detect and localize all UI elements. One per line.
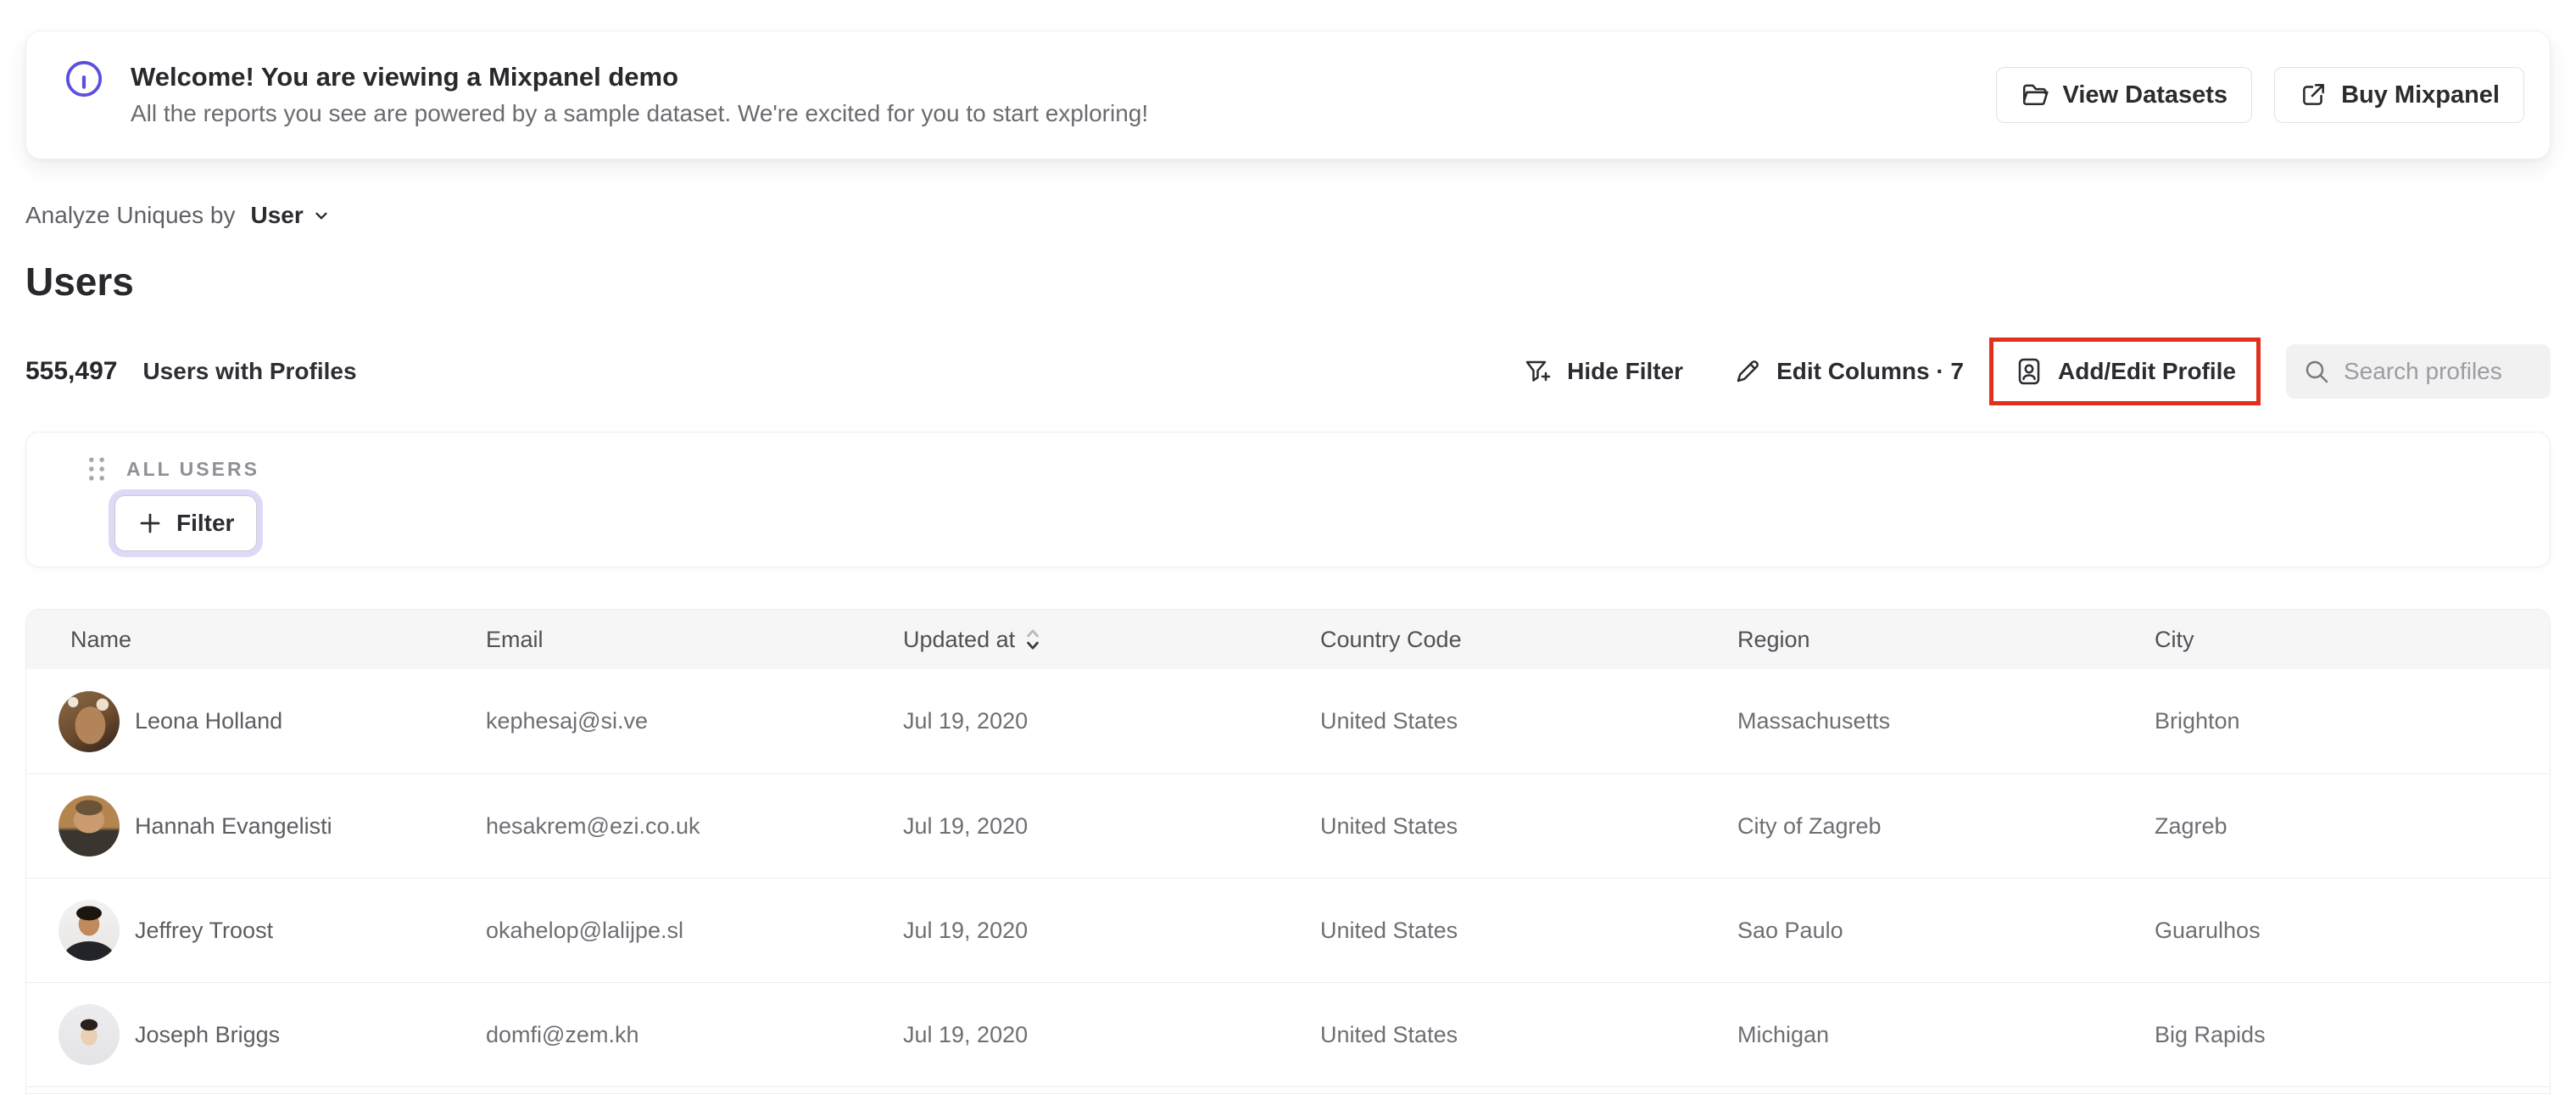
cell-region: Massachusetts bbox=[1737, 708, 1891, 734]
hide-filter-button[interactable]: Hide Filter bbox=[1523, 356, 1683, 387]
banner-title: Welcome! You are viewing a Mixpanel demo bbox=[131, 62, 679, 92]
column-header-updated-at[interactable]: Updated at bbox=[903, 627, 1320, 653]
pencil-icon bbox=[1737, 360, 1759, 382]
column-header-country-code[interactable]: Country Code bbox=[1320, 627, 1737, 653]
cell-region: Sao Paulo bbox=[1737, 917, 1843, 943]
cell-updated-at: Jul 19, 2020 bbox=[903, 708, 1029, 734]
column-header-email[interactable]: Email bbox=[486, 627, 903, 653]
table-row[interactable]: Joseph Briggs domfi@zem.kh Jul 19, 2020 … bbox=[26, 982, 2550, 1086]
sort-icon[interactable] bbox=[1023, 627, 1042, 652]
cell-email: hesakrem@ezi.co.uk bbox=[486, 812, 700, 839]
filter-plus-icon bbox=[1525, 360, 1551, 382]
table-row-partial bbox=[26, 1086, 2550, 1093]
avatar bbox=[59, 900, 120, 961]
banner-subtitle: All the reports you see are powered by a… bbox=[131, 100, 1149, 126]
users-table: Name Email Updated at Country Code Regio… bbox=[25, 609, 2551, 1094]
column-header-region[interactable]: Region bbox=[1737, 627, 2155, 653]
info-icon bbox=[65, 60, 103, 98]
profiles-count-label: Users with Profiles bbox=[142, 358, 357, 384]
cell-city: Big Rapids bbox=[2155, 1021, 2266, 1047]
cell-updated-at: Jul 19, 2020 bbox=[903, 812, 1029, 839]
analyze-uniques-label: Analyze Uniques by bbox=[25, 202, 236, 228]
table-row[interactable]: Jeffrey Troost okahelop@lalijpe.sl Jul 1… bbox=[26, 878, 2550, 982]
avatar bbox=[59, 795, 120, 857]
add-edit-profile-button[interactable]: Add/Edit Profile bbox=[2014, 356, 2236, 387]
avatar bbox=[59, 690, 120, 752]
cell-country-code: United States bbox=[1320, 917, 1458, 943]
add-filter-label: Filter bbox=[176, 510, 235, 536]
edit-columns-label: Edit Columns · 7 bbox=[1776, 358, 1964, 384]
add-edit-profile-highlight: Add/Edit Profile bbox=[1989, 338, 2261, 405]
profile-badge-icon bbox=[2018, 358, 2040, 385]
cell-name: Joseph Briggs bbox=[135, 1021, 281, 1047]
table-row[interactable]: Leona Holland kephesaj@si.ve Jul 19, 202… bbox=[26, 669, 2550, 773]
filter-panel: ALL USERS Filter bbox=[25, 432, 2551, 567]
welcome-banner: Welcome! You are viewing a Mixpanel demo… bbox=[25, 31, 2551, 159]
table-row[interactable]: Hannah Evangelisti hesakrem@ezi.co.uk Ju… bbox=[26, 773, 2550, 878]
view-datasets-button[interactable]: View Datasets bbox=[1995, 67, 2253, 123]
add-filter-button[interactable]: Filter bbox=[114, 495, 258, 551]
search-profiles-box[interactable] bbox=[2286, 344, 2551, 399]
cell-city: Brighton bbox=[2155, 708, 2240, 734]
drag-handle-icon[interactable] bbox=[86, 455, 108, 483]
profiles-count-value: 555,497 bbox=[25, 357, 118, 385]
search-profiles-input[interactable] bbox=[2344, 358, 2534, 385]
cell-updated-at: Jul 19, 2020 bbox=[903, 917, 1029, 943]
view-datasets-label: View Datasets bbox=[2062, 81, 2228, 109]
cell-region: City of Zagreb bbox=[1737, 812, 1882, 839]
chevron-down-icon bbox=[315, 212, 327, 220]
cell-email: domfi@zem.kh bbox=[486, 1021, 639, 1047]
buy-mixpanel-button[interactable]: Buy Mixpanel bbox=[2274, 67, 2524, 123]
plus-icon bbox=[140, 513, 160, 533]
cell-name: Leona Holland bbox=[135, 708, 283, 734]
folder-icon bbox=[2022, 84, 2049, 106]
column-header-name[interactable]: Name bbox=[70, 627, 486, 653]
cell-region: Michigan bbox=[1737, 1021, 1830, 1047]
cell-city: Guarulhos bbox=[2155, 917, 2261, 943]
cell-updated-at: Jul 19, 2020 bbox=[903, 1021, 1029, 1047]
cell-name: Jeffrey Troost bbox=[135, 917, 274, 943]
external-link-icon bbox=[2303, 84, 2325, 105]
search-icon bbox=[2306, 360, 2328, 383]
column-header-city[interactable]: City bbox=[2155, 627, 2550, 653]
cell-country-code: United States bbox=[1320, 1021, 1458, 1047]
buy-mixpanel-label: Buy Mixpanel bbox=[2341, 81, 2500, 109]
page-title: Users bbox=[25, 260, 134, 304]
cell-email: kephesaj@si.ve bbox=[486, 708, 649, 734]
cell-email: okahelop@lalijpe.sl bbox=[486, 917, 684, 943]
table-header: Name Email Updated at Country Code Regio… bbox=[26, 610, 2550, 669]
edit-columns-button[interactable]: Edit Columns · 7 bbox=[1732, 356, 1964, 387]
hide-filter-label: Hide Filter bbox=[1567, 358, 1684, 384]
profiles-count: 555,497 Users with Profiles bbox=[25, 357, 357, 386]
all-users-group-label: ALL USERS bbox=[126, 457, 259, 480]
avatar bbox=[59, 1004, 120, 1065]
cell-name: Hannah Evangelisti bbox=[135, 812, 332, 839]
cell-city: Zagreb bbox=[2155, 812, 2228, 839]
cell-country-code: United States bbox=[1320, 708, 1458, 734]
add-edit-profile-label: Add/Edit Profile bbox=[2058, 358, 2236, 384]
analyze-uniques-value: User bbox=[250, 202, 304, 228]
analyze-uniques-selector[interactable]: User bbox=[250, 202, 332, 229]
cell-country-code: United States bbox=[1320, 812, 1458, 839]
